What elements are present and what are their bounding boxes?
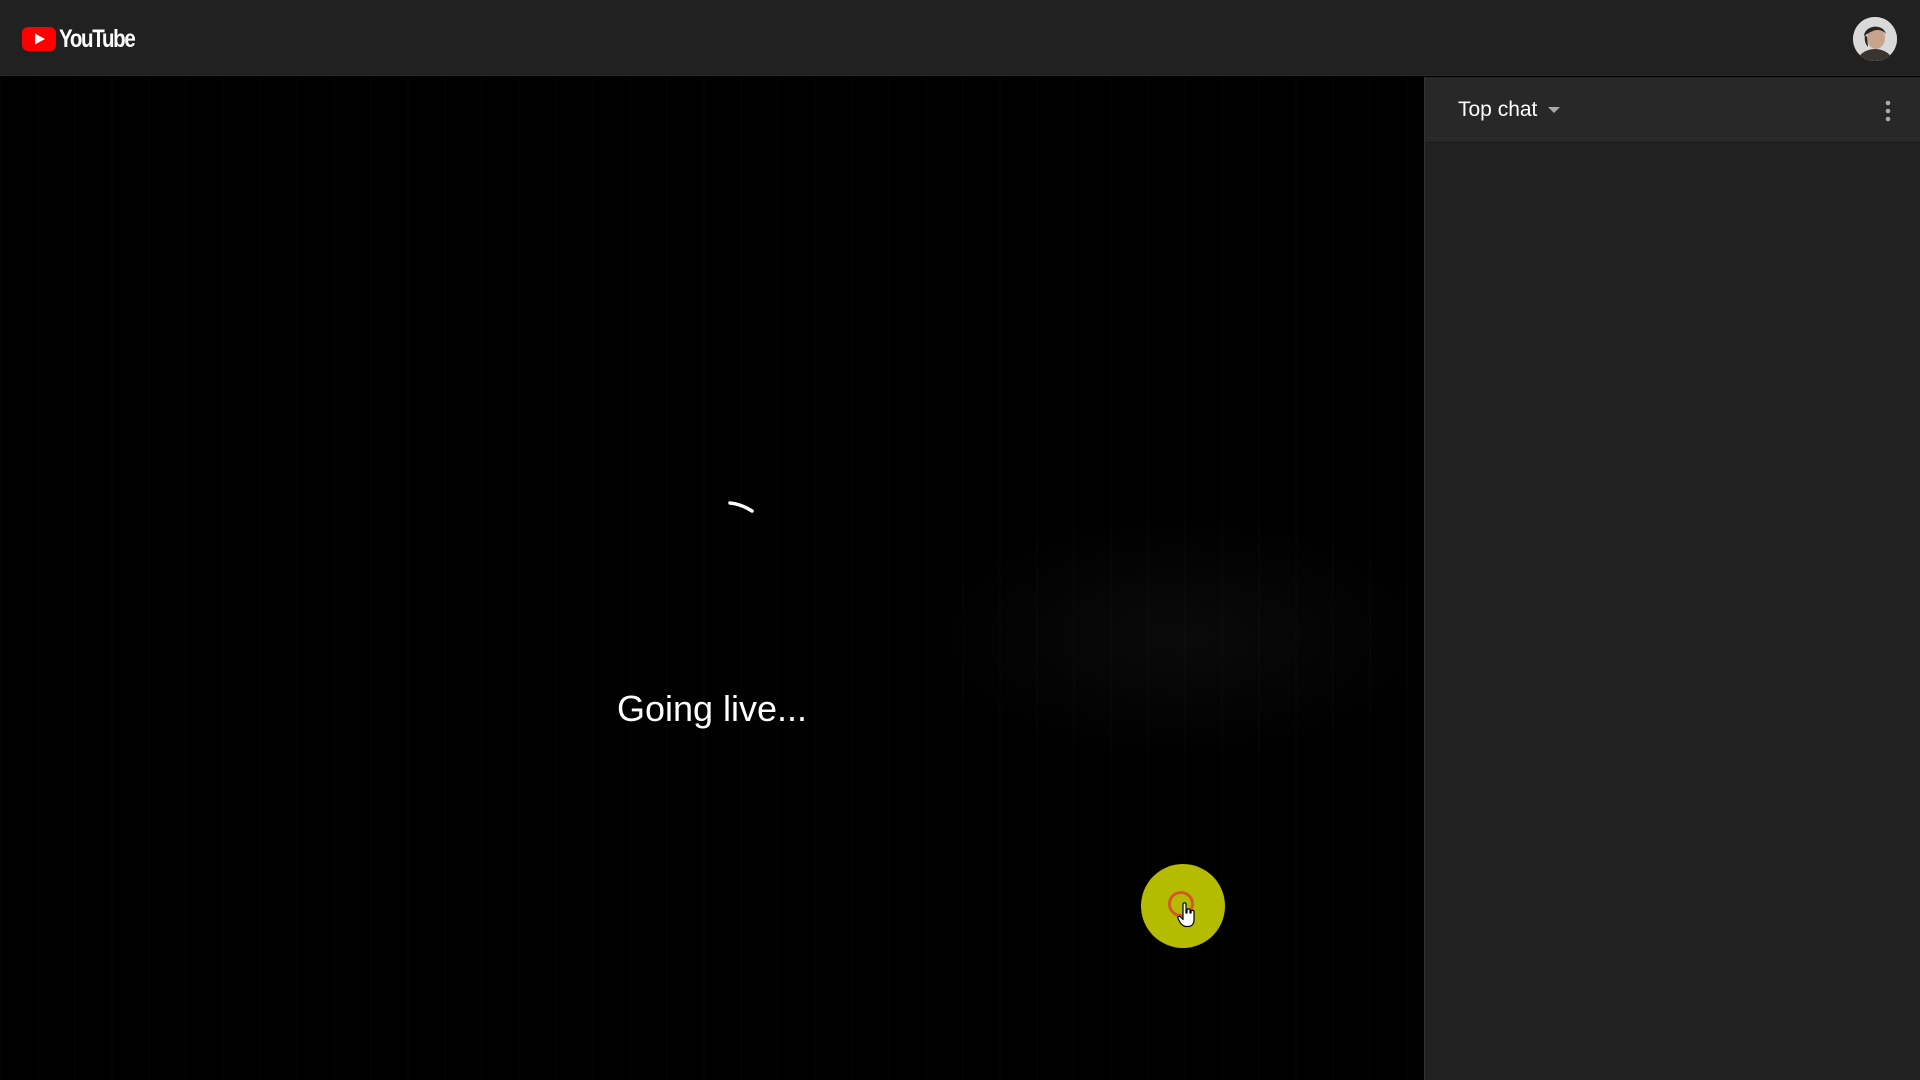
hand-cursor-icon: [1177, 902, 1195, 928]
chevron-down-icon: [1548, 107, 1561, 113]
more-vertical-icon[interactable]: [1873, 96, 1903, 126]
cursor-highlight: [1141, 864, 1225, 948]
youtube-logo[interactable]: YouTube: [22, 25, 151, 53]
loading-spinner-icon: [728, 501, 754, 513]
chat-mode-label: Top chat: [1458, 98, 1538, 121]
user-avatar-icon: [1853, 17, 1897, 61]
status-message: Going live...: [616, 688, 808, 729]
chat-header: Top chat: [1425, 77, 1920, 143]
video-player[interactable]: Going live...: [0, 77, 1424, 1080]
chat-mode-dropdown[interactable]: Top chat: [1458, 98, 1561, 122]
youtube-play-icon: [22, 27, 56, 51]
brand-name: YouTube: [59, 25, 136, 53]
live-chat-panel: Top chat: [1424, 77, 1920, 1080]
avatar[interactable]: [1853, 17, 1897, 61]
top-bar: YouTube: [0, 0, 1920, 76]
